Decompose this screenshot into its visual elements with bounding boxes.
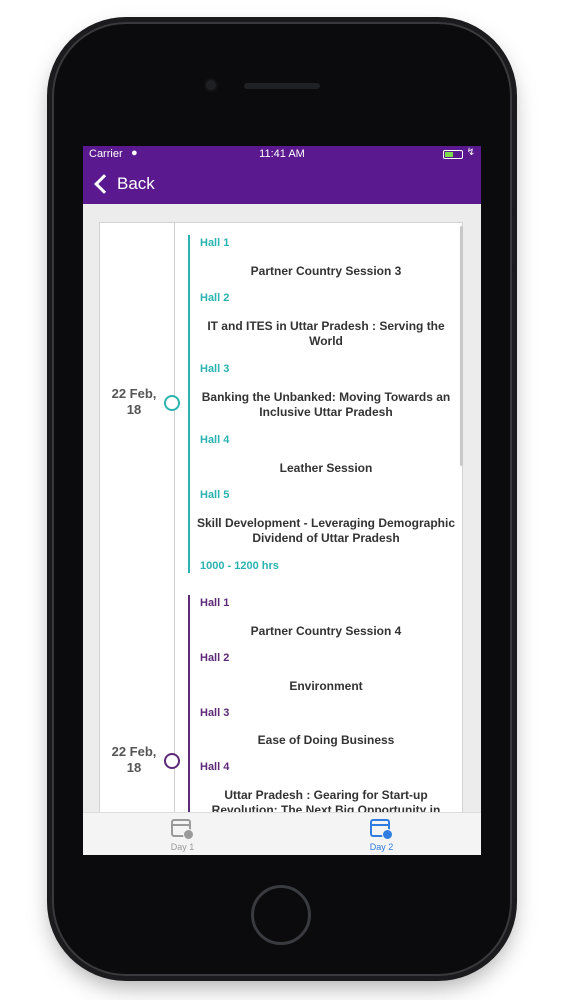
hall-label: Hall 3 bbox=[200, 707, 230, 719]
navigation-bar: Back bbox=[83, 164, 481, 204]
session-title[interactable]: Environment bbox=[196, 679, 456, 694]
hall-label: Hall 5 bbox=[200, 489, 230, 501]
tab-label: Day 2 bbox=[369, 842, 394, 852]
phone-frame: Carrier ● 11:41 AM ↯ Back 22 Feb, 18 Hal… bbox=[47, 22, 517, 976]
calendar-icon bbox=[370, 819, 393, 840]
session-title[interactable]: Banking the Unbanked: Moving Towards an … bbox=[196, 390, 456, 420]
hall-label: Hall 2 bbox=[200, 652, 230, 664]
tab-bar: Day 1 Day 2 bbox=[83, 812, 481, 855]
hall-label: Hall 1 bbox=[200, 237, 230, 249]
session-title[interactable]: Partner Country Session 4 bbox=[196, 624, 456, 639]
power-button bbox=[513, 212, 517, 272]
mute-switch bbox=[47, 150, 51, 176]
charging-icon: ↯ bbox=[466, 147, 475, 158]
earpiece-speaker bbox=[244, 83, 320, 89]
session-title[interactable]: Uttar Pradesh : Gearing for Start-up Rev… bbox=[196, 788, 456, 812]
volume-up-button bbox=[47, 198, 51, 244]
status-bar: Carrier ● 11:41 AM ↯ bbox=[83, 146, 481, 164]
tab-day-1[interactable]: Day 1 bbox=[83, 813, 282, 855]
date-label: 22 Feb, 18 bbox=[111, 386, 157, 417]
hall-label: Hall 3 bbox=[200, 363, 230, 375]
back-button[interactable]: Back bbox=[93, 170, 155, 198]
timeline-line-group-2 bbox=[188, 595, 190, 812]
calendar-icon bbox=[171, 819, 194, 840]
hall-label: Hall 4 bbox=[200, 761, 230, 773]
timeline-line-group-1 bbox=[188, 235, 190, 573]
volume-down-button bbox=[47, 256, 51, 302]
status-time: 11:41 AM bbox=[259, 148, 305, 160]
timeline-node bbox=[164, 753, 180, 769]
scrollbar[interactable] bbox=[460, 226, 463, 466]
timeline-track bbox=[174, 223, 175, 812]
screen: Carrier ● 11:41 AM ↯ Back 22 Feb, 18 Hal… bbox=[83, 146, 481, 855]
timeline-node bbox=[164, 395, 180, 411]
session-title[interactable]: Skill Development - Leveraging Demograph… bbox=[196, 516, 456, 546]
session-title[interactable]: IT and ITES in Uttar Pradesh : Serving t… bbox=[196, 319, 456, 349]
chevron-left-icon bbox=[94, 174, 114, 194]
session-title[interactable]: Leather Session bbox=[196, 461, 456, 476]
time-slot-label: 1000 - 1200 hrs bbox=[200, 560, 279, 572]
tab-label: Day 1 bbox=[170, 842, 195, 852]
date-label: 22 Feb, 18 bbox=[111, 744, 157, 775]
battery-icon bbox=[443, 150, 463, 159]
hall-label: Hall 1 bbox=[200, 597, 230, 609]
session-title[interactable]: Partner Country Session 3 bbox=[196, 264, 456, 279]
session-title[interactable]: Ease of Doing Business bbox=[196, 733, 456, 748]
tab-day-2[interactable]: Day 2 bbox=[282, 813, 481, 855]
schedule-content[interactable]: 22 Feb, 18 Hall 1 Partner Country Sessio… bbox=[83, 204, 481, 812]
back-label: Back bbox=[117, 174, 155, 193]
hall-label: Hall 4 bbox=[200, 434, 230, 446]
schedule-card: 22 Feb, 18 Hall 1 Partner Country Sessio… bbox=[99, 222, 463, 812]
hall-label: Hall 2 bbox=[200, 292, 230, 304]
front-camera bbox=[206, 80, 216, 90]
home-button[interactable] bbox=[251, 885, 311, 945]
